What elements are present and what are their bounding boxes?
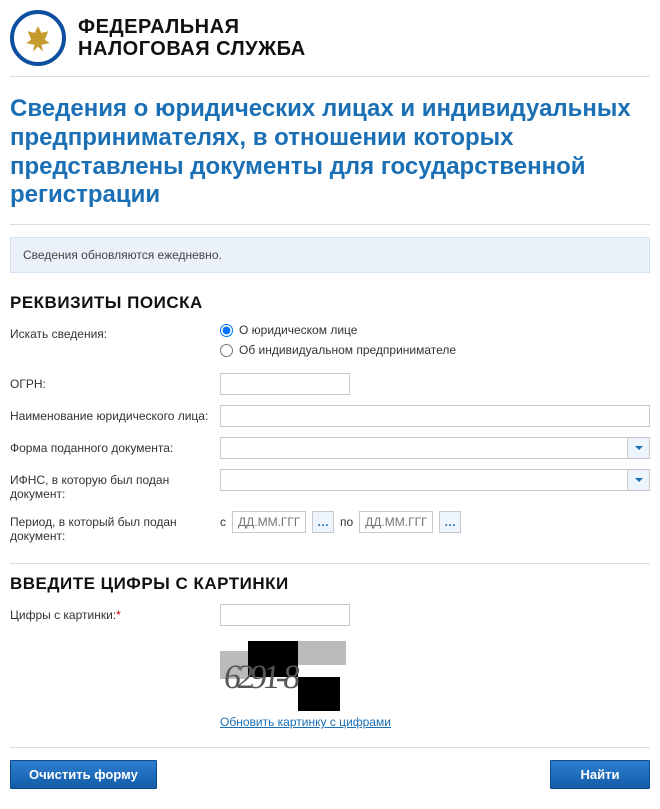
chevron-down-icon [634,443,644,453]
info-banner: Сведения обновляются ежедневно. [10,237,650,273]
ellipsis-icon: … [317,515,329,529]
label-ifns: ИФНС, в которую был подан документ: [10,469,220,501]
captcha-section-title: ВВЕДИТЕ ЦИФРЫ С КАРТИНКИ [10,563,650,594]
label-subject: Искать сведения: [10,323,220,341]
header: ФЕДЕРАЛЬНАЯ НАЛОГОВАЯ СЛУЖБА [10,10,650,77]
clear-button[interactable]: Очистить форму [10,760,157,789]
captcha-image: 6291-8 [220,641,370,711]
org-name: ФЕДЕРАЛЬНАЯ НАЛОГОВАЯ СЛУЖБА [78,16,306,60]
find-button[interactable]: Найти [550,760,650,789]
eagle-icon [21,21,55,55]
search-section-title: РЕКВИЗИТЫ ПОИСКА [10,293,650,313]
radio-individual-label: Об индивидуальном предпринимателе [239,343,456,357]
legal-name-input[interactable] [220,405,650,427]
org-name-line2: НАЛОГОВАЯ СЛУЖБА [78,38,306,60]
page-title: Сведения о юридических лицах и индивидуа… [10,95,650,225]
required-mark: * [116,608,121,622]
period-from-label: с [220,515,226,529]
date-from-input[interactable] [232,511,306,533]
ifns-select[interactable] [220,469,650,491]
date-to-picker-button[interactable]: … [439,511,461,533]
radio-individual[interactable]: Об индивидуальном предпринимателе [220,343,650,357]
doc-form-select[interactable] [220,437,650,459]
captcha-input[interactable] [220,604,350,626]
refresh-captcha-link[interactable]: Обновить картинку с цифрами [220,715,391,729]
period-to-label: по [340,515,353,529]
captcha-sample-text: 6291-8 [222,659,298,697]
label-captcha: Цифры с картинки:* [10,604,220,622]
ogrn-input[interactable] [220,373,350,395]
fns-logo [10,10,66,66]
ellipsis-icon: … [444,515,456,529]
label-doc-form: Форма поданного документа: [10,437,220,455]
radio-legal-entity-input[interactable] [220,324,233,337]
radio-individual-input[interactable] [220,344,233,357]
radio-legal-entity[interactable]: О юридическом лице [220,323,650,337]
org-name-line1: ФЕДЕРАЛЬНАЯ [78,16,306,38]
radio-legal-entity-label: О юридическом лице [239,323,357,337]
ifns-select-toggle[interactable] [627,470,649,490]
date-from-picker-button[interactable]: … [312,511,334,533]
date-to-input[interactable] [359,511,433,533]
label-name: Наименование юридического лица: [10,405,220,423]
chevron-down-icon [634,475,644,485]
doc-form-select-toggle[interactable] [627,438,649,458]
label-ogrn: ОГРН: [10,373,220,391]
label-period: Период, в который был подан документ: [10,511,220,543]
